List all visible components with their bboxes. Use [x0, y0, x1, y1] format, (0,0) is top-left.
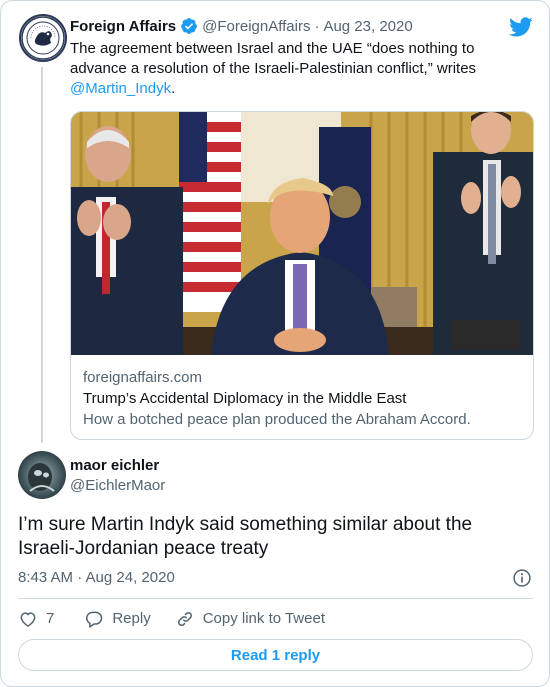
copy-link-button[interactable]: Copy link to Tweet: [175, 609, 325, 629]
maor-eichler-avatar[interactable]: [18, 451, 66, 499]
parent-tweet-date[interactable]: Aug 23, 2020: [323, 18, 412, 35]
foreign-affairs-avatar[interactable]: [19, 14, 67, 62]
link-chain-icon: [177, 611, 192, 627]
parent-author-name[interactable]: Foreign Affairs: [70, 18, 176, 35]
tweet-embed-card: Foreign Affairs @ForeignAffairs · Aug 23…: [0, 0, 550, 687]
info-icon[interactable]: [512, 568, 532, 588]
heart-icon: [20, 612, 36, 627]
verified-badge-icon: [181, 18, 197, 34]
reply-author-handle[interactable]: @EichlerMaor: [70, 477, 165, 494]
reply-timestamp[interactable]: 8:43 AM · Aug 24, 2020: [18, 569, 175, 586]
reply-tweet-text: I’m sure Martin Indyk said something sim…: [18, 514, 473, 559]
link-card-domain: foreignaffairs.com: [83, 369, 202, 386]
reply-label: Reply: [112, 610, 151, 627]
copy-link-label: Copy link to Tweet: [202, 610, 325, 627]
reply-bubble-icon: [86, 611, 103, 628]
link-card-meta: foreignaffairs.com Trump’s Accidental Di…: [83, 368, 523, 430]
thread-connector-line: [41, 67, 43, 443]
read-replies-button[interactable]: Read 1 reply: [18, 639, 533, 671]
parent-author-handle[interactable]: @ForeignAffairs: [202, 18, 310, 35]
read-replies-label: Read 1 reply: [230, 646, 321, 664]
tweet-actions: 7 Reply Copy link to Tweet: [18, 607, 349, 631]
like-button[interactable]: 7: [18, 609, 54, 629]
link-card-title: Trump’s Accidental Diplomacy in the Midd…: [83, 390, 407, 407]
parent-tweet-text-end: .: [171, 80, 176, 97]
link-card-description: How a botched peace plan produced the Ab…: [83, 411, 471, 428]
parent-tweet-header: Foreign Affairs @ForeignAffairs · Aug 23…: [70, 17, 413, 35]
mention-link[interactable]: @Martin_Indyk: [70, 80, 171, 97]
divider: [18, 598, 533, 599]
article-link-card[interactable]: foreignaffairs.com Trump’s Accidental Di…: [70, 111, 534, 440]
parent-tweet-text: The agreement between Israel and the UAE…: [70, 39, 510, 99]
header-separator: ·: [314, 17, 320, 35]
reply-button[interactable]: Reply: [84, 609, 151, 629]
parent-tweet-body: The agreement between Israel and the UAE…: [70, 40, 477, 77]
like-count: 7: [46, 610, 55, 627]
article-photo: [71, 112, 533, 355]
reply-author-name[interactable]: maor eichler: [70, 457, 159, 474]
twitter-bird-icon[interactable]: [509, 15, 533, 39]
